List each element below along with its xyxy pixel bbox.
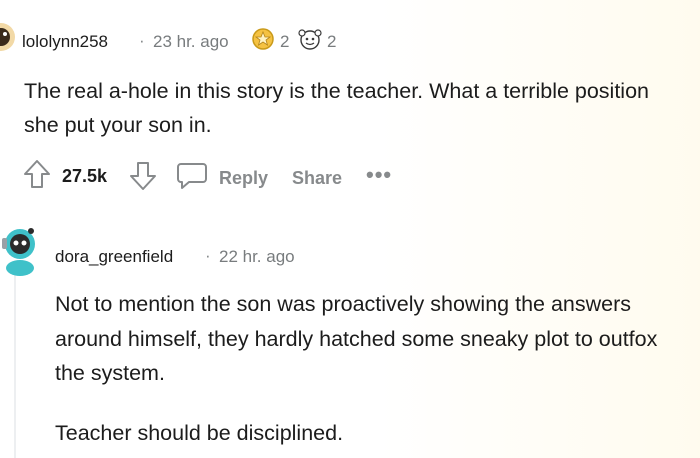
- award-count: 2: [327, 32, 337, 51]
- separator-dot: ·: [205, 246, 211, 265]
- timestamp[interactable]: 22 hr. ago: [219, 247, 295, 267]
- username[interactable]: lololynn258: [22, 32, 108, 52]
- avatar[interactable]: [0, 22, 16, 52]
- timestamp[interactable]: 23 hr. ago: [153, 32, 229, 52]
- share-button[interactable]: Share: [292, 168, 342, 189]
- gold-award-icon[interactable]: [251, 27, 275, 51]
- avatar[interactable]: [0, 222, 44, 278]
- award-count: 2: [280, 32, 290, 51]
- comment-body: The real a-hole in this story is the tea…: [24, 79, 650, 137]
- separator-dot: ·: [139, 31, 145, 50]
- downvote-arrow-icon[interactable]: [128, 160, 158, 192]
- upvote-arrow-icon[interactable]: [22, 158, 52, 190]
- reply-button[interactable]: Reply: [219, 168, 268, 189]
- more-options-icon[interactable]: •••: [366, 162, 392, 188]
- comment-body-paragraph: Not to mention the son was proactively s…: [55, 292, 658, 385]
- username[interactable]: dora_greenfield: [55, 247, 173, 267]
- reply-bubble-icon[interactable]: [176, 160, 208, 190]
- vote-score: 27.5k: [62, 166, 108, 186]
- wholesome-award-icon[interactable]: [296, 25, 324, 51]
- thread-line[interactable]: [14, 262, 16, 458]
- comment-body-paragraph: Teacher should be disciplined.: [55, 421, 344, 445]
